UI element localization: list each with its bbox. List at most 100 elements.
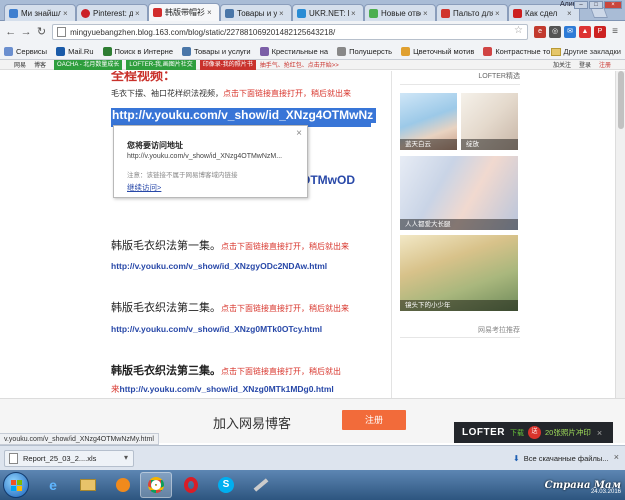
register-link[interactable]: 注册	[599, 60, 611, 69]
account-links: 加关注 登录 注册	[553, 60, 611, 69]
browser-tab-active[interactable]: 韩版带帽衫 ×	[148, 3, 220, 21]
episode-note: 点击下面链接直接打开，稍后就出	[221, 367, 341, 376]
episode-title: 韩版毛衣织法第一集。点击下面链接直接打开，稍后就出来	[111, 237, 349, 253]
forward-arrow-icon[interactable]: →	[19, 25, 32, 39]
lofter-download[interactable]: 下载	[510, 428, 524, 438]
bookmark-item[interactable]: Цветочный мотив	[401, 46, 474, 56]
close-icon[interactable]: ×	[351, 9, 359, 18]
address-url[interactable]: mingyuebangzhen.blog.163.com/blog/static…	[70, 28, 335, 37]
lofter-photo[interactable]: 人人都爱大长腿	[400, 156, 518, 230]
bookmark-item[interactable]: Крестильные на	[259, 46, 329, 56]
close-icon[interactable]: ×	[597, 428, 602, 438]
bookmark-label: Контрастные то	[495, 46, 551, 56]
site-nav-bar: 网易 博客 OACHA - 北月数量成长 LOFTER-我,画图片社交 印像录-…	[0, 59, 625, 70]
bookmark-item[interactable]: Сервисы	[4, 46, 47, 56]
browser-tab[interactable]: UKR.NET: Вс ×	[292, 4, 364, 21]
lofter-ad[interactable]: LOFTER 下载 送 20张照片冲印 ×	[454, 422, 613, 443]
close-icon[interactable]: ×	[279, 9, 287, 18]
bookmark-label: Крестильные на	[271, 46, 329, 56]
site-nav-item[interactable]: 网易	[14, 60, 26, 69]
extension-icon[interactable]: ◎	[549, 26, 562, 38]
register-button[interactable]: 注册	[342, 410, 406, 430]
ie-taskbar-icon[interactable]: e	[37, 472, 69, 498]
bookmark-item[interactable]: Поиск в Интерне	[102, 46, 173, 56]
scrollbar-thumb[interactable]	[618, 71, 624, 129]
bookmark-star-icon[interactable]: ☆	[514, 25, 523, 36]
intro-red: 点击下面链接直接打开，稍后就出来	[223, 89, 351, 98]
bookmark-favicon-icon	[337, 46, 347, 56]
all-downloads-label: Все скачанные файлы...	[523, 454, 609, 463]
tab-favicon-icon	[81, 8, 90, 18]
bookmark-item[interactable]: Товары и услуги	[182, 46, 251, 56]
browser-tab[interactable]: Пальто для ×	[436, 4, 508, 21]
lofter-photo[interactable]: 蓝天白云	[400, 93, 457, 150]
bookmark-favicon-icon	[102, 46, 112, 56]
close-icon[interactable]: ×	[614, 452, 619, 462]
promo-link[interactable]: OACHA - 北月数量成长	[54, 59, 123, 70]
chevron-down-icon[interactable]: ▾	[124, 453, 128, 462]
tab-strip: Ми знайшли × Pinterest: ди × 韩版带帽衫 × Тов…	[0, 0, 625, 21]
bookmark-item[interactable]: Контрастные то	[483, 46, 551, 56]
popup-close-icon[interactable]: ×	[296, 128, 302, 139]
continue-visit-link[interactable]: 继续访问>	[127, 182, 161, 193]
lofter-photo[interactable]: 绽放	[461, 93, 518, 150]
login-link[interactable]: 登录	[579, 60, 591, 69]
tab-favicon-icon	[225, 8, 234, 18]
episode-title-text: 韩版毛衣织法第一集	[111, 239, 210, 252]
start-button[interactable]	[3, 472, 29, 498]
browser-tab[interactable]: Ми знайшли ×	[4, 4, 76, 21]
minimize-icon[interactable]: –	[574, 1, 588, 9]
follow-link[interactable]: 加关注	[553, 60, 571, 69]
window-close-icon[interactable]: ×	[604, 1, 622, 9]
close-icon[interactable]: ×	[63, 9, 71, 18]
video-heading: 全程视频：	[111, 71, 177, 84]
blog-post: 全程视频： 毛衣下摆、袖口花样织法视频，点击下面链接直接打开，稍后就出来 htt…	[95, 71, 391, 398]
episode-title-text: 韩版毛衣织法第三集	[111, 364, 210, 377]
bookmark-label: Поиск в Интерне	[114, 46, 173, 56]
other-bookmarks[interactable]: Другие закладки	[550, 47, 621, 56]
folder-icon	[550, 47, 561, 56]
chrome-taskbar-icon[interactable]	[140, 472, 172, 498]
address-bar[interactable]: mingyuebangzhen.blog.163.com/blog/static…	[52, 24, 529, 40]
back-arrow-icon[interactable]: ←	[4, 25, 17, 39]
episode-link[interactable]: http://v.youku.com/v_show/id_XNzg0MTk0OT…	[111, 324, 322, 334]
close-icon[interactable]: ×	[495, 9, 503, 18]
promo-link[interactable]: LOFTER-我,画图片社交	[126, 59, 196, 70]
lofter-photo[interactable]: 镜头下的小少年	[400, 235, 518, 311]
episode-link[interactable]: 来http://v.youku.com/v_show/id_XNzg0MTk1M…	[111, 383, 334, 395]
browser-tab[interactable]: Pinterest: ди ×	[76, 4, 148, 21]
browser-tab[interactable]: Товары и ус ×	[220, 4, 292, 21]
download-item[interactable]: Report_25_03_2....xls ▾	[4, 450, 134, 467]
browser-tab[interactable]: Новые отве ×	[364, 4, 436, 21]
all-downloads-link[interactable]: ⬇ Все скачанные файлы...	[513, 454, 608, 463]
extension-icon[interactable]: ▲	[579, 26, 592, 38]
episode-link-text[interactable]: http://v.youku.com/v_show/id_XNzg0MTk1MD…	[120, 384, 334, 394]
tab-favicon-icon	[9, 8, 18, 18]
extension-icon[interactable]: e	[534, 26, 547, 38]
page-scrollbar[interactable]	[615, 71, 625, 398]
extension-icon[interactable]: P	[594, 26, 607, 38]
bookmark-item[interactable]: Полушерсть	[337, 46, 392, 56]
site-nav-item[interactable]: 博客	[34, 60, 46, 69]
close-icon[interactable]: ×	[423, 9, 431, 18]
menu-icon[interactable]: ≡	[609, 26, 621, 38]
episode-link[interactable]: http://v.youku.com/v_show/id_XNzgyODc2ND…	[111, 261, 327, 271]
promo-link[interactable]: 印像录-我的照片书	[199, 59, 256, 70]
bookmark-item[interactable]: Mail.Ru	[56, 46, 94, 56]
popup-url: http://v.youku.com/v_show/id_XNzg4OTMwNz…	[127, 153, 283, 160]
skype-taskbar-icon[interactable]: S	[210, 472, 242, 498]
media-player-taskbar-icon[interactable]	[107, 472, 139, 498]
tray-date[interactable]: 24.03.2016	[591, 489, 621, 495]
reload-icon[interactable]: ↻	[35, 25, 48, 39]
sidebar-header-rule	[400, 84, 520, 85]
hot-promo-link[interactable]: 抽手气、抢红包、点击开始>>	[260, 60, 339, 69]
close-icon[interactable]: ×	[567, 9, 575, 18]
explorer-taskbar-icon[interactable]	[72, 472, 104, 498]
maximize-icon[interactable]: □	[589, 1, 603, 9]
extension-icon[interactable]: ✉	[564, 26, 577, 38]
close-icon[interactable]: ×	[135, 9, 143, 18]
close-icon[interactable]: ×	[207, 8, 215, 17]
tool-taskbar-icon[interactable]	[245, 472, 277, 498]
opera-taskbar-icon[interactable]	[175, 472, 207, 498]
selected-video-link[interactable]: http://v.youku.com/v_show/id_XNzg4OTMwNz	[111, 108, 377, 123]
